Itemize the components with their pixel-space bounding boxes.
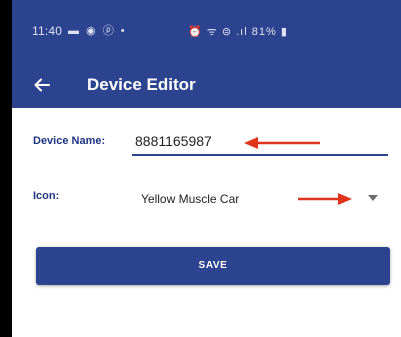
device-name-label: Device Name:: [33, 135, 106, 147]
status-bar: 11:40 ▬ ◉ ⓟ • ⏰ ᯤ ⊜ .ıl 81% ▮: [12, 0, 401, 64]
system-status: ⏰ ᯤ ⊜ .ıl 81% ▮: [188, 24, 288, 39]
device-name-value: 8881165987: [135, 133, 212, 149]
battery-level: 81%: [251, 26, 277, 38]
annotation-arrow-left-icon: [244, 137, 320, 149]
page-title: Device Editor: [87, 75, 196, 94]
save-button[interactable]: SAVE: [36, 247, 390, 285]
system-icons: ⏰ ᯤ ⊜ .ıl: [188, 26, 248, 38]
annotation-arrow-right-icon: [298, 193, 352, 205]
status-time: 11:40: [32, 24, 63, 38]
back-arrow-icon[interactable]: [32, 75, 52, 95]
dropdown-arrow-icon[interactable]: [368, 195, 378, 201]
notification-icons: ▬ ◉ ⓟ •: [68, 25, 127, 37]
app-bar: Device Editor: [12, 64, 401, 108]
screen: 11:40 ▬ ◉ ⓟ • ⏰ ᯤ ⊜ .ıl 81% ▮ Device Edi…: [12, 0, 401, 337]
icon-select-value: Yellow Muscle Car: [141, 192, 240, 206]
icon-label: Icon:: [33, 190, 60, 202]
battery-icon: ▮: [280, 26, 288, 38]
